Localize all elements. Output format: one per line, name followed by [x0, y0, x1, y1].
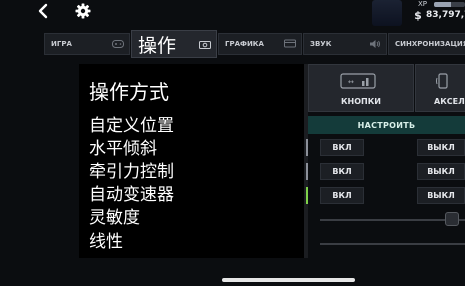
on-button[interactable]: ВКЛ: [320, 139, 364, 156]
speaker-icon: [370, 40, 380, 48]
currency-icon: $: [414, 9, 422, 21]
on-button[interactable]: ВКЛ: [320, 187, 364, 204]
tab-sync[interactable]: СИНХРОНИЗАЦИЯ: [388, 33, 465, 55]
control-mode-label: КНОПКИ: [341, 97, 381, 106]
tab-label: ГРАФИКА: [225, 40, 264, 48]
toggle-indicator-active: [306, 187, 308, 204]
off-button[interactable]: ВЫКЛ: [417, 139, 465, 156]
xp-progress-bar: [434, 2, 465, 7]
avatar[interactable]: [372, 0, 402, 26]
control-mode-buttons[interactable]: ↔ КНОПКИ: [308, 64, 414, 112]
linearity-slider-track[interactable]: [320, 243, 465, 245]
gear-icon[interactable]: [74, 2, 92, 20]
toggle-indicator: [306, 139, 308, 156]
balance-amount: 83,797,7: [426, 10, 465, 20]
off-button[interactable]: ВЫКЛ: [417, 187, 465, 204]
row-label-auto-transmission: 自动变速器: [89, 185, 174, 205]
tab-label: 操作: [138, 34, 177, 57]
steering-icon: [199, 41, 211, 49]
gamepad-icon: [112, 40, 124, 48]
tab-label: СИНХРОНИЗАЦИЯ: [395, 40, 465, 48]
control-method-heading: 操作方式: [89, 80, 169, 104]
toggle-auto-transmission: ВКЛ ВЫКЛ: [306, 187, 465, 204]
control-mode-accelerometer[interactable]: АКСЕЛ: [415, 64, 465, 112]
xp-progress-fill: [434, 2, 452, 7]
display-icon: [284, 39, 296, 48]
home-indicator: [222, 278, 355, 282]
toggle-traction-control: ВКЛ ВЫКЛ: [306, 163, 465, 180]
svg-text:↔: ↔: [348, 78, 354, 86]
tab-label: ИГРА: [51, 40, 72, 48]
tab-graphics[interactable]: ГРАФИКА: [218, 33, 302, 55]
tab-label: ЗВУК: [310, 40, 332, 48]
row-label-linearity: 线性: [89, 232, 123, 252]
toggle-horizontal-tilt: ВКЛ ВЫКЛ: [306, 139, 465, 156]
phone-tilt-icon: [436, 73, 448, 89]
tab-game[interactable]: ИГРА: [44, 33, 130, 55]
svg-text:$: $: [414, 9, 422, 21]
buttons-icon: ↔: [340, 73, 376, 89]
off-button[interactable]: ВЫКЛ: [417, 163, 465, 180]
toggle-indicator: [306, 163, 308, 180]
tab-sound[interactable]: ЗВУК: [303, 33, 387, 55]
configure-position-button[interactable]: НАСТРОИТЬ: [308, 116, 465, 134]
sensitivity-slider-track[interactable]: [320, 219, 465, 221]
on-button[interactable]: ВКЛ: [320, 163, 364, 180]
row-label-traction-control: 牵引力控制: [89, 162, 174, 182]
back-arrow-icon[interactable]: [34, 2, 52, 20]
sensitivity-slider-handle[interactable]: [445, 212, 459, 226]
xp-label: XP: [418, 0, 428, 8]
row-label-sensitivity: 灵敏度: [89, 208, 140, 228]
row-label-custom-position: 自定义位置: [89, 116, 174, 136]
top-bar: XP $ 83,797,7: [0, 0, 465, 28]
tab-controls[interactable]: 操作: [131, 30, 217, 58]
settings-tabs: ИГРА 操作 ГРАФИКА ЗВУК СИНХРОНИЗАЦИЯ: [0, 30, 465, 58]
row-label-horizontal-tilt: 水平倾斜: [89, 139, 157, 159]
control-mode-label: АКСЕЛ: [434, 97, 465, 106]
